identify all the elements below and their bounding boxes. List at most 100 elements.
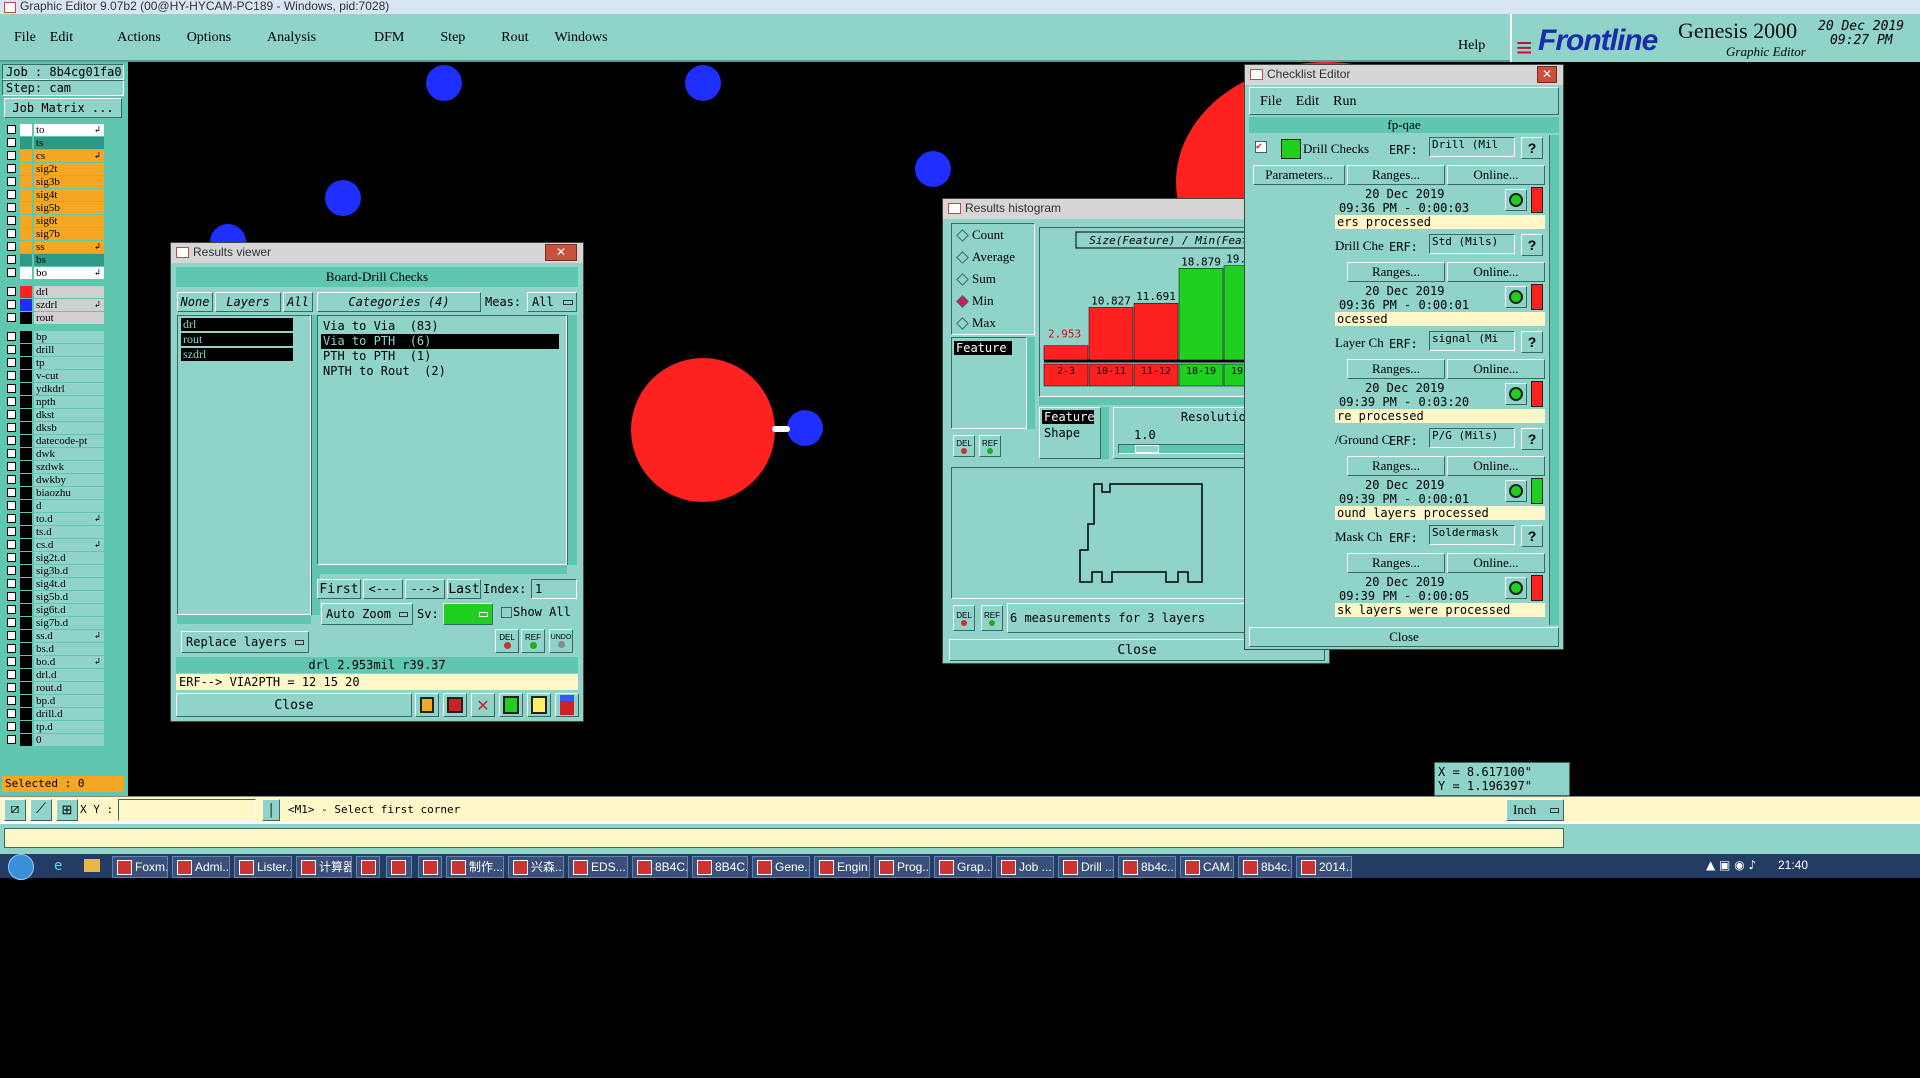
layer-row[interactable]: ss ↲ xyxy=(6,241,104,253)
layer-checkbox[interactable] xyxy=(7,488,16,497)
last-button[interactable]: Last xyxy=(447,579,481,599)
layer-checkbox[interactable] xyxy=(7,709,16,718)
ref-button[interactable]: REF xyxy=(521,629,545,653)
layer-checkbox[interactable] xyxy=(7,475,16,484)
layer-checkbox[interactable] xyxy=(7,501,16,510)
ranges-button[interactable]: Ranges... xyxy=(1347,553,1445,573)
taskbar-item[interactable]: 制作... xyxy=(446,856,504,878)
layer-checkbox[interactable] xyxy=(7,553,16,562)
taskbar-item[interactable]: 兴森... xyxy=(508,856,564,878)
rule-icon[interactable] xyxy=(499,693,523,717)
layer-row[interactable]: dwk xyxy=(6,448,104,460)
layer-checkbox[interactable] xyxy=(7,345,16,354)
layer-checkbox[interactable] xyxy=(7,332,16,341)
layer-checkbox[interactable] xyxy=(7,592,16,601)
layer-checkbox[interactable] xyxy=(7,190,16,199)
checklist-menu-file[interactable]: File xyxy=(1260,94,1282,110)
taskbar-item[interactable]: 2014... xyxy=(1296,856,1352,878)
category-item[interactable]: NPTH to Rout (2) xyxy=(321,364,563,379)
hilite-icon[interactable] xyxy=(415,693,439,717)
close-icon[interactable]: ✕ xyxy=(545,244,577,261)
taskbar-item[interactable] xyxy=(356,856,380,878)
layer-row[interactable]: sig3b xyxy=(6,176,104,188)
histogram-bar[interactable] xyxy=(1043,345,1089,361)
layer-row[interactable]: sig7b.d xyxy=(6,617,104,629)
layer-checkbox[interactable] xyxy=(7,644,16,653)
checklist-menu-run[interactable]: Run xyxy=(1333,94,1356,110)
layer-row[interactable]: bo.d ↲ xyxy=(6,656,104,668)
result-layer-item[interactable]: drl xyxy=(181,318,293,331)
layer-checkbox[interactable] xyxy=(7,540,16,549)
del-button[interactable]: DEL xyxy=(953,435,975,457)
result-layer-item[interactable]: szdrl xyxy=(181,348,293,361)
taskbar-item[interactable] xyxy=(418,856,442,878)
menu-help[interactable]: Help xyxy=(1458,38,1485,54)
layer-row[interactable]: szdrl ↲ xyxy=(6,299,104,311)
menu-dfm[interactable]: DFM xyxy=(374,30,404,46)
layer-checkbox[interactable] xyxy=(7,255,16,264)
taskbar-item[interactable]: Foxm... xyxy=(112,856,168,878)
command-input[interactable] xyxy=(4,828,1564,848)
layer-list-hscrollbar[interactable] xyxy=(177,615,311,624)
slider-thumb[interactable] xyxy=(1135,445,1159,453)
none-button[interactable]: None xyxy=(177,292,213,312)
check-name[interactable]: Drill Che xyxy=(1335,238,1384,254)
folder-icon[interactable] xyxy=(84,859,100,872)
layer-checkbox[interactable] xyxy=(7,657,16,666)
layer-row[interactable]: rout xyxy=(6,312,104,324)
checked-icon[interactable]: ✔ xyxy=(1255,141,1267,153)
layer-row[interactable]: drl.d xyxy=(6,669,104,681)
help-button[interactable]: ? xyxy=(1521,428,1543,450)
select-tool-icon[interactable]: ⧄ xyxy=(4,799,26,821)
replace-layers-dropdown[interactable]: Replace layers xyxy=(181,631,309,653)
layer-row[interactable]: to ↲ xyxy=(6,124,104,136)
layer-row[interactable]: sig7b xyxy=(6,228,104,240)
stat-option-min[interactable]: Min xyxy=(952,290,1034,312)
layer-row[interactable]: sig5b xyxy=(6,202,104,214)
layer-row[interactable]: dkst xyxy=(6,409,104,421)
erf-field[interactable]: signal (Mi xyxy=(1429,331,1515,351)
layer-checkbox[interactable] xyxy=(7,229,16,238)
layer-row[interactable]: sig5b.d xyxy=(6,591,104,603)
del-button[interactable]: DEL xyxy=(953,605,975,631)
taskbar-item[interactable]: CAM... xyxy=(1180,856,1234,878)
layer-row[interactable]: szdwk xyxy=(6,461,104,473)
layer-checkbox[interactable] xyxy=(7,371,16,380)
layer-checkbox[interactable] xyxy=(7,423,16,432)
checklist-scrollbar[interactable] xyxy=(1549,135,1559,625)
erf-field[interactable]: Drill (Mil xyxy=(1429,137,1515,157)
layer-row[interactable]: tp.d xyxy=(6,721,104,733)
layer-row[interactable]: sig6t xyxy=(6,215,104,227)
layer-row[interactable]: v-cut xyxy=(6,370,104,382)
category-item[interactable]: Via to Via (83) xyxy=(321,319,563,334)
erf-field[interactable]: P/G (Mils) xyxy=(1429,428,1515,448)
layer-checkbox[interactable] xyxy=(7,618,16,627)
layer-row[interactable]: datecode-pt xyxy=(6,435,104,447)
layer-checkbox[interactable] xyxy=(7,397,16,406)
histogram-bar[interactable] xyxy=(1178,268,1224,361)
taskbar-item[interactable]: 8B4C... xyxy=(692,856,748,878)
parameters-button[interactable]: Parameters... xyxy=(1253,165,1345,185)
layer-checkbox[interactable] xyxy=(7,566,16,575)
screenshot-icon[interactable] xyxy=(443,693,467,717)
cross-icon[interactable]: ✕ xyxy=(471,693,495,717)
next-button[interactable]: ---> xyxy=(405,579,445,599)
layer-checkbox[interactable] xyxy=(7,722,16,731)
histogram-bar[interactable] xyxy=(1133,302,1179,361)
categories-scrollbar[interactable] xyxy=(567,315,577,565)
menu-edit[interactable]: Edit xyxy=(50,30,73,46)
ref-button[interactable]: REF xyxy=(979,435,1001,457)
stat-option-average[interactable]: Average xyxy=(952,246,1034,268)
taskbar-item[interactable]: Drill ... xyxy=(1058,856,1114,878)
layer-checkbox[interactable] xyxy=(7,138,16,147)
command-line[interactable] xyxy=(0,822,1920,854)
online-button[interactable]: Online... xyxy=(1447,262,1545,282)
layer-row[interactable]: drill.d xyxy=(6,708,104,720)
del-button[interactable]: DEL xyxy=(495,629,519,653)
layer-row[interactable]: cs ↲ xyxy=(6,150,104,162)
taskbar-item[interactable]: 8b4c... xyxy=(1118,856,1176,878)
layer-checkbox[interactable] xyxy=(7,670,16,679)
stat-option-sum[interactable]: Sum xyxy=(952,268,1034,290)
zoom-results-icon[interactable] xyxy=(1505,577,1527,599)
layer-row[interactable]: ts.d xyxy=(6,526,104,538)
